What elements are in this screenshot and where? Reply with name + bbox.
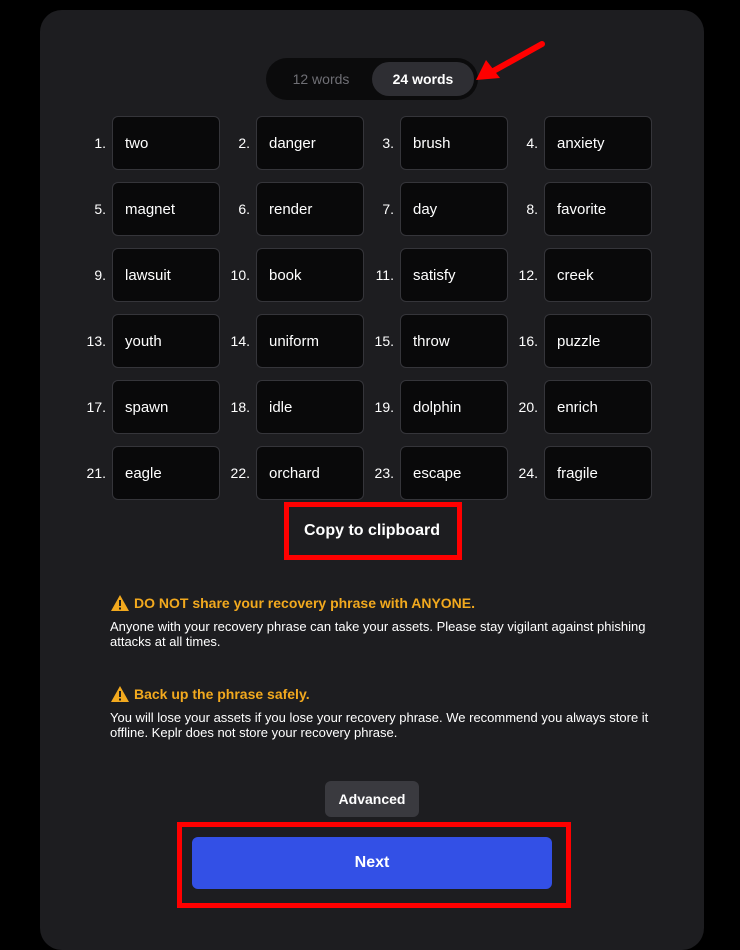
word-cell: 11. satisfy [370,248,514,302]
word-field[interactable]: spawn [112,380,220,434]
toggle-12-words[interactable]: 12 words [270,62,372,96]
word-cell: 14. uniform [226,314,370,368]
word-cell: 1. two [82,116,226,170]
warning-share: DO NOT share your recovery phrase with A… [110,594,650,649]
word-index: 11. [375,267,394,283]
word-cell: 3. brush [370,116,514,170]
word-cell: 7. day [370,182,514,236]
word-index: 6. [238,201,250,217]
warning-icon [110,685,130,703]
word-field[interactable]: throw [400,314,508,368]
word-field[interactable]: brush [400,116,508,170]
word-field[interactable]: creek [544,248,652,302]
advanced-button[interactable]: Advanced [325,781,419,817]
word-index: 23. [374,465,394,481]
word-index: 13. [86,333,106,349]
word-field[interactable]: enrich [544,380,652,434]
word-row: 1. two 2. danger 3. brush 4. anxiety [82,116,658,170]
word-field[interactable]: fragile [544,446,652,500]
word-index: 3. [382,135,394,151]
word-cell: 10. book [226,248,370,302]
word-field[interactable]: anxiety [544,116,652,170]
word-row: 9. lawsuit 10. book 11. satisfy 12. creek [82,248,658,302]
word-cell: 22. orchard [226,446,370,500]
word-field[interactable]: youth [112,314,220,368]
word-index: 4. [526,135,538,151]
word-field[interactable]: escape [400,446,508,500]
warning-backup: Back up the phrase safely. You will lose… [110,685,650,740]
word-index: 24. [518,465,538,481]
word-cell: 18. idle [226,380,370,434]
word-cell: 13. youth [82,314,226,368]
word-field[interactable]: favorite [544,182,652,236]
word-index: 19. [374,399,394,415]
word-index: 21. [86,465,106,481]
word-field[interactable]: render [256,182,364,236]
word-cell: 16. puzzle [514,314,658,368]
word-count-toggle: 12 words 24 words [266,58,478,100]
word-index: 9. [94,267,106,283]
word-field[interactable]: day [400,182,508,236]
warning-text: Anyone with your recovery phrase can tak… [110,619,646,649]
word-cell: 19. dolphin [370,380,514,434]
word-field[interactable]: idle [256,380,364,434]
word-index: 18. [230,399,250,415]
word-field[interactable]: uniform [256,314,364,368]
word-row: 5. magnet 6. render 7. day 8. favorite [82,182,658,236]
word-cell: 20. enrich [514,380,658,434]
word-index: 16. [518,333,538,349]
word-index: 14. [230,333,250,349]
warning-icon [110,594,130,612]
word-index: 17. [86,399,106,415]
toggle-24-words[interactable]: 24 words [372,62,474,96]
word-index: 22. [230,465,250,481]
word-cell: 2. danger [226,116,370,170]
word-cell: 5. magnet [82,182,226,236]
word-field[interactable]: satisfy [400,248,508,302]
recovery-word-grid: 1. two 2. danger 3. brush 4. anxiety 5. magnet 6. r… [82,116,658,512]
word-index: 5. [94,201,106,217]
word-cell: 8. favorite [514,182,658,236]
word-cell: 12. creek [514,248,658,302]
word-cell: 23. escape [370,446,514,500]
word-cell: 9. lawsuit [82,248,226,302]
warning-title: DO NOT share your recovery phrase with A… [134,595,476,611]
word-index: 20. [518,399,538,415]
word-cell: 6. render [226,182,370,236]
word-index: 15. [374,333,394,349]
word-row: 21. eagle 22. orchard 23. escape 24. fragile [82,446,658,500]
word-field[interactable]: book [256,248,364,302]
next-button[interactable]: Next [192,837,552,889]
word-field[interactable]: orchard [256,446,364,500]
word-cell: 4. anxiety [514,116,658,170]
word-field[interactable]: eagle [112,446,220,500]
word-field[interactable]: danger [256,116,364,170]
word-row: 17. spawn 18. idle 19. dolphin 20. enrich [82,380,658,434]
warning-text: You will lose your assets if you lose yo… [110,710,649,740]
word-cell: 17. spawn [82,380,226,434]
word-index: 2. [238,135,250,151]
word-cell: 15. throw [370,314,514,368]
word-index: 8. [526,201,538,217]
word-index: 1. [94,135,106,151]
word-cell: 21. eagle [82,446,226,500]
word-field[interactable]: dolphin [400,380,508,434]
word-field[interactable]: lawsuit [112,248,220,302]
word-index: 12. [518,267,538,283]
word-field[interactable]: puzzle [544,314,652,368]
word-index: 10. [230,267,250,283]
word-field[interactable]: two [112,116,220,170]
word-row: 13. youth 14. uniform 15. throw 16. puzzle [82,314,658,368]
copy-to-clipboard-button[interactable]: Copy to clipboard [292,512,452,550]
word-cell: 24. fragile [514,446,658,500]
warning-title: Back up the phrase safely. [134,686,310,702]
word-index: 7. [382,201,394,217]
annotation-arrow-icon [476,41,545,80]
word-field[interactable]: magnet [112,182,220,236]
